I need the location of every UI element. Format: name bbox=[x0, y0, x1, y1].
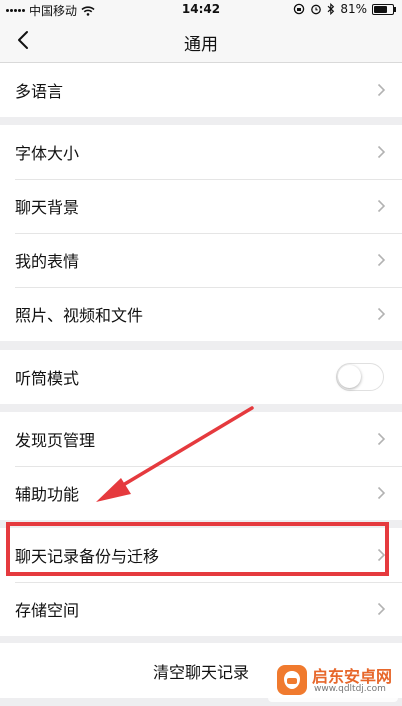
settings-item-label: 聊天记录备份与迁移 bbox=[15, 547, 160, 566]
settings-group-discover: 发现页管理 辅助功能 bbox=[0, 412, 402, 520]
chevron-right-icon bbox=[377, 83, 386, 97]
toggle-knob bbox=[338, 365, 361, 388]
settings-group-language: 多语言 bbox=[0, 63, 402, 117]
settings-item-label: 发现页管理 bbox=[15, 431, 96, 450]
bluetooth-icon bbox=[327, 3, 335, 15]
status-bar: 中国移动 14:42 81% bbox=[0, 0, 402, 18]
settings-item-accessibility[interactable]: 辅助功能 bbox=[0, 466, 402, 520]
rotation-lock-icon bbox=[294, 3, 305, 15]
status-right: 81% bbox=[293, 2, 396, 16]
settings-item-label: 照片、视频和文件 bbox=[15, 306, 144, 325]
settings-item-label: 多语言 bbox=[15, 82, 64, 101]
settings-group-storage: 聊天记录备份与迁移 存储空间 bbox=[0, 528, 402, 636]
page-title: 通用 bbox=[184, 35, 218, 55]
settings-item-chat-background[interactable]: 聊天背景 bbox=[0, 179, 402, 233]
chevron-right-icon bbox=[377, 307, 386, 321]
chevron-right-icon bbox=[377, 145, 386, 159]
chevron-right-icon bbox=[377, 199, 386, 213]
chevron-right-icon bbox=[377, 253, 386, 267]
settings-group-earpiece: 听筒模式 bbox=[0, 350, 402, 404]
settings-item-label: 听筒模式 bbox=[15, 369, 80, 388]
settings-item-font-size[interactable]: 字体大小 bbox=[0, 125, 402, 179]
alarm-icon bbox=[311, 4, 322, 15]
settings-item-language[interactable]: 多语言 bbox=[0, 63, 402, 117]
watermark-url: www.qdltdj.com bbox=[314, 684, 386, 694]
nav-bar: 通用 bbox=[0, 18, 402, 63]
battery-icon bbox=[372, 3, 396, 15]
settings-group-display: 字体大小 聊天背景 我的表情 照片、视频和文件 bbox=[0, 125, 402, 341]
chevron-right-icon bbox=[377, 486, 386, 500]
settings-item-chat-backup-migration[interactable]: 聊天记录备份与迁移 bbox=[0, 528, 402, 582]
settings-item-label: 聊天背景 bbox=[15, 198, 80, 217]
settings-item-label: 我的表情 bbox=[15, 252, 80, 271]
chevron-right-icon bbox=[377, 432, 386, 446]
chevron-right-icon bbox=[377, 548, 386, 562]
earpiece-mode-toggle[interactable] bbox=[336, 363, 384, 391]
settings-item-photos-videos-files[interactable]: 照片、视频和文件 bbox=[0, 287, 402, 341]
settings-item-discover-management[interactable]: 发现页管理 bbox=[0, 412, 402, 466]
settings-item-storage-space[interactable]: 存储空间 bbox=[0, 582, 402, 636]
battery-percent: 81% bbox=[340, 2, 367, 16]
settings-item-earpiece-mode: 听筒模式 bbox=[0, 350, 402, 404]
settings-item-my-stickers[interactable]: 我的表情 bbox=[0, 233, 402, 287]
settings-item-label: 辅助功能 bbox=[15, 485, 80, 504]
settings-item-label: 存储空间 bbox=[15, 601, 80, 620]
watermark: 启东安卓网 www.qdltdj.com bbox=[268, 658, 398, 702]
watermark-logo-icon bbox=[277, 665, 307, 695]
settings-item-label: 字体大小 bbox=[15, 144, 80, 163]
chevron-right-icon bbox=[377, 602, 386, 616]
